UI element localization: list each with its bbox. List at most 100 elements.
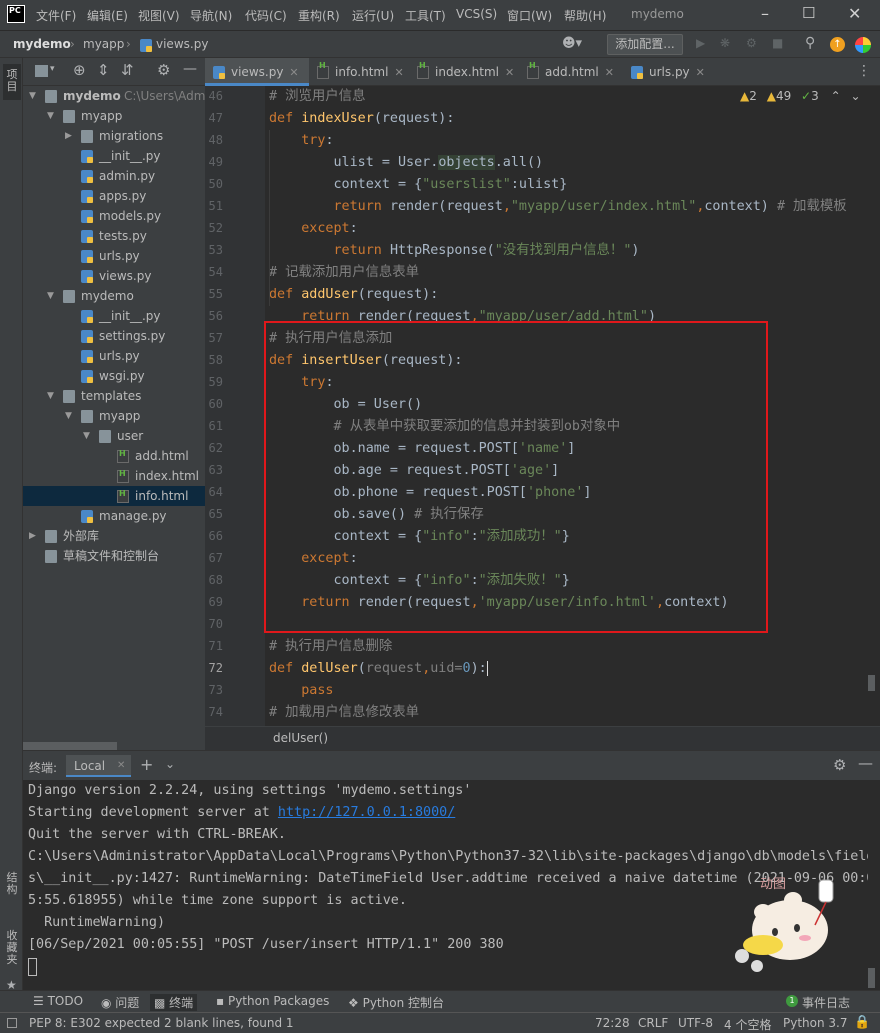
chevron-down-icon[interactable]: ▾	[50, 64, 55, 74]
tree-scrollbar[interactable]	[23, 742, 117, 750]
layout-toggle-icon[interactable]	[7, 1018, 17, 1028]
function-breadcrumb[interactable]: delUser()	[273, 731, 328, 745]
line-separator[interactable]: CRLF	[638, 1016, 668, 1030]
terminal-tool-button[interactable]: ▩ 终端	[150, 994, 198, 1011]
close-tab-icon[interactable]: ✕	[505, 66, 514, 79]
server-link[interactable]: http://127.0.0.1:8000/	[278, 805, 455, 820]
tree-item[interactable]: ▼ templates	[23, 386, 205, 406]
terminal-tab-local[interactable]: Local ✕	[66, 755, 131, 777]
plugin-icon[interactable]	[855, 37, 871, 53]
user-icon[interactable]: ☻▾	[562, 36, 582, 51]
tree-item[interactable]: manage.py	[23, 506, 205, 526]
inspection-widget[interactable]: ▲2 ▲49 ✓3 ⌃ ⌄	[740, 89, 861, 103]
close-tab-icon[interactable]: ✕	[696, 66, 705, 79]
minimize-icon[interactable]: –	[761, 4, 769, 23]
tab-info-html[interactable]: info.html ✕	[309, 52, 409, 86]
project-view-icon[interactable]	[35, 65, 48, 77]
problems-tool-button[interactable]: ◉ 问题	[101, 994, 139, 1011]
hide-icon[interactable]: —	[858, 754, 873, 772]
more-tabs-icon[interactable]: ⋮	[857, 63, 871, 79]
chevron-down-icon[interactable]: ▼	[47, 386, 54, 406]
tree-item[interactable]: index.html	[23, 464, 205, 486]
chevron-down-icon[interactable]: ▼	[47, 106, 54, 126]
bookmarks-tool-button[interactable]: 收藏夹	[3, 928, 21, 976]
close-tab-icon[interactable]: ✕	[394, 66, 403, 79]
python-console-tool-button[interactable]: ❖ Python 控制台	[348, 994, 444, 1011]
stop-icon[interactable]: ■	[772, 36, 783, 50]
event-log-button[interactable]: 1 事件日志	[786, 994, 850, 1011]
maximize-icon[interactable]: ☐	[802, 4, 815, 22]
menu-window[interactable]: 窗口(W)	[507, 7, 552, 24]
add-configuration-button[interactable]: 添加配置...	[607, 34, 683, 55]
tree-item[interactable]: info.html	[23, 484, 205, 506]
tree-item[interactable]: ▼ mydemo C:\Users\Adm	[23, 86, 205, 106]
menu-navigate[interactable]: 导航(N)	[190, 7, 232, 24]
menu-help[interactable]: 帮助(H)	[564, 7, 606, 24]
chevron-down-icon[interactable]: ▼	[65, 406, 72, 426]
menu-code[interactable]: 代码(C)	[245, 7, 287, 24]
expand-all-icon[interactable]: ⇕	[97, 61, 110, 79]
gear-icon[interactable]: ⚙	[157, 61, 170, 79]
menu-refactor[interactable]: 重构(R)	[298, 7, 340, 24]
collapse-all-icon[interactable]: ⇵	[121, 61, 134, 79]
breadcrumb-project[interactable]: mydemo	[13, 37, 71, 51]
hide-icon[interactable]: —	[183, 61, 197, 77]
tree-item[interactable]: admin.py	[23, 166, 205, 186]
tree-item[interactable]: ▼ mydemo	[23, 286, 205, 306]
menu-edit[interactable]: 编辑(E)	[87, 7, 128, 24]
tree-item[interactable]: ▼ myapp	[23, 406, 205, 426]
tree-item[interactable]: ▼ user	[23, 426, 205, 446]
run-icon[interactable]: ▶	[696, 36, 705, 50]
terminal-scrollbar[interactable]	[868, 968, 875, 988]
tree-item[interactable]: ▶ 外部库	[23, 526, 205, 546]
close-tab-icon[interactable]: ✕	[605, 66, 614, 79]
todo-tool-button[interactable]: ☰ TODO	[33, 994, 83, 1008]
locate-icon[interactable]: ⊕	[73, 61, 86, 79]
menu-view[interactable]: 视图(V)	[138, 7, 180, 24]
chevron-right-icon[interactable]: ▶	[65, 126, 72, 146]
file-encoding[interactable]: UTF-8	[678, 1016, 713, 1030]
tree-item[interactable]: views.py	[23, 266, 205, 286]
tree-item[interactable]: wsgi.py	[23, 366, 205, 386]
breadcrumb-views[interactable]: views.py	[156, 37, 208, 51]
tree-item[interactable]: __init__.py	[23, 306, 205, 326]
tree-item[interactable]: urls.py	[23, 346, 205, 366]
debug-icon[interactable]: ❋	[720, 36, 730, 50]
plus-icon[interactable]: +	[140, 755, 153, 774]
tree-item[interactable]: ▼ myapp	[23, 106, 205, 126]
project-tool-button[interactable]: 项目	[3, 64, 21, 100]
coverage-icon[interactable]: ⚙	[746, 36, 757, 50]
lock-icon[interactable]: 🔒	[854, 1015, 870, 1030]
search-icon[interactable]: ⚲	[805, 35, 815, 51]
next-highlight-icon[interactable]: ⌄	[850, 89, 860, 103]
close-tab-icon[interactable]: ✕	[289, 66, 298, 79]
editor-scrollbar[interactable]	[868, 675, 875, 691]
chevron-right-icon[interactable]: ▶	[29, 526, 36, 546]
python-packages-tool-button[interactable]: ▪ Python Packages	[216, 994, 329, 1008]
indent-setting[interactable]: 4 个空格	[724, 1016, 771, 1033]
tree-item[interactable]: settings.py	[23, 326, 205, 346]
chevron-down-icon[interactable]: ▼	[83, 426, 90, 446]
previous-highlight-icon[interactable]: ⌃	[831, 89, 841, 103]
tab-index-html[interactable]: index.html ✕	[409, 52, 519, 86]
tree-item[interactable]: add.html	[23, 444, 205, 466]
tree-item[interactable]: __init__.py	[23, 146, 205, 166]
menu-file[interactable]: 文件(F)	[36, 7, 76, 24]
tab-views-py[interactable]: views.py ✕	[205, 58, 309, 86]
menu-tools[interactable]: 工具(T)	[405, 7, 446, 24]
chevron-down-icon[interactable]: ▼	[29, 86, 36, 106]
menu-vcs[interactable]: VCS(S)	[456, 7, 497, 21]
tree-item[interactable]: apps.py	[23, 186, 205, 206]
tree-item[interactable]: 草稿文件和控制台	[23, 546, 205, 566]
chevron-down-icon[interactable]: ▼	[47, 286, 54, 306]
tab-urls-py[interactable]: urls.py ✕	[623, 58, 719, 86]
tab-add-html[interactable]: add.html ✕	[519, 52, 623, 86]
update-icon[interactable]: ↑	[830, 37, 845, 52]
close-tab-icon[interactable]: ✕	[117, 760, 125, 771]
tree-item[interactable]: ▶ migrations	[23, 126, 205, 146]
tree-item[interactable]: tests.py	[23, 226, 205, 246]
chevron-down-icon[interactable]: ⌄	[165, 757, 175, 771]
menu-run[interactable]: 运行(U)	[352, 7, 394, 24]
tree-item[interactable]: urls.py	[23, 246, 205, 266]
python-interpreter[interactable]: Python 3.7	[783, 1016, 848, 1030]
